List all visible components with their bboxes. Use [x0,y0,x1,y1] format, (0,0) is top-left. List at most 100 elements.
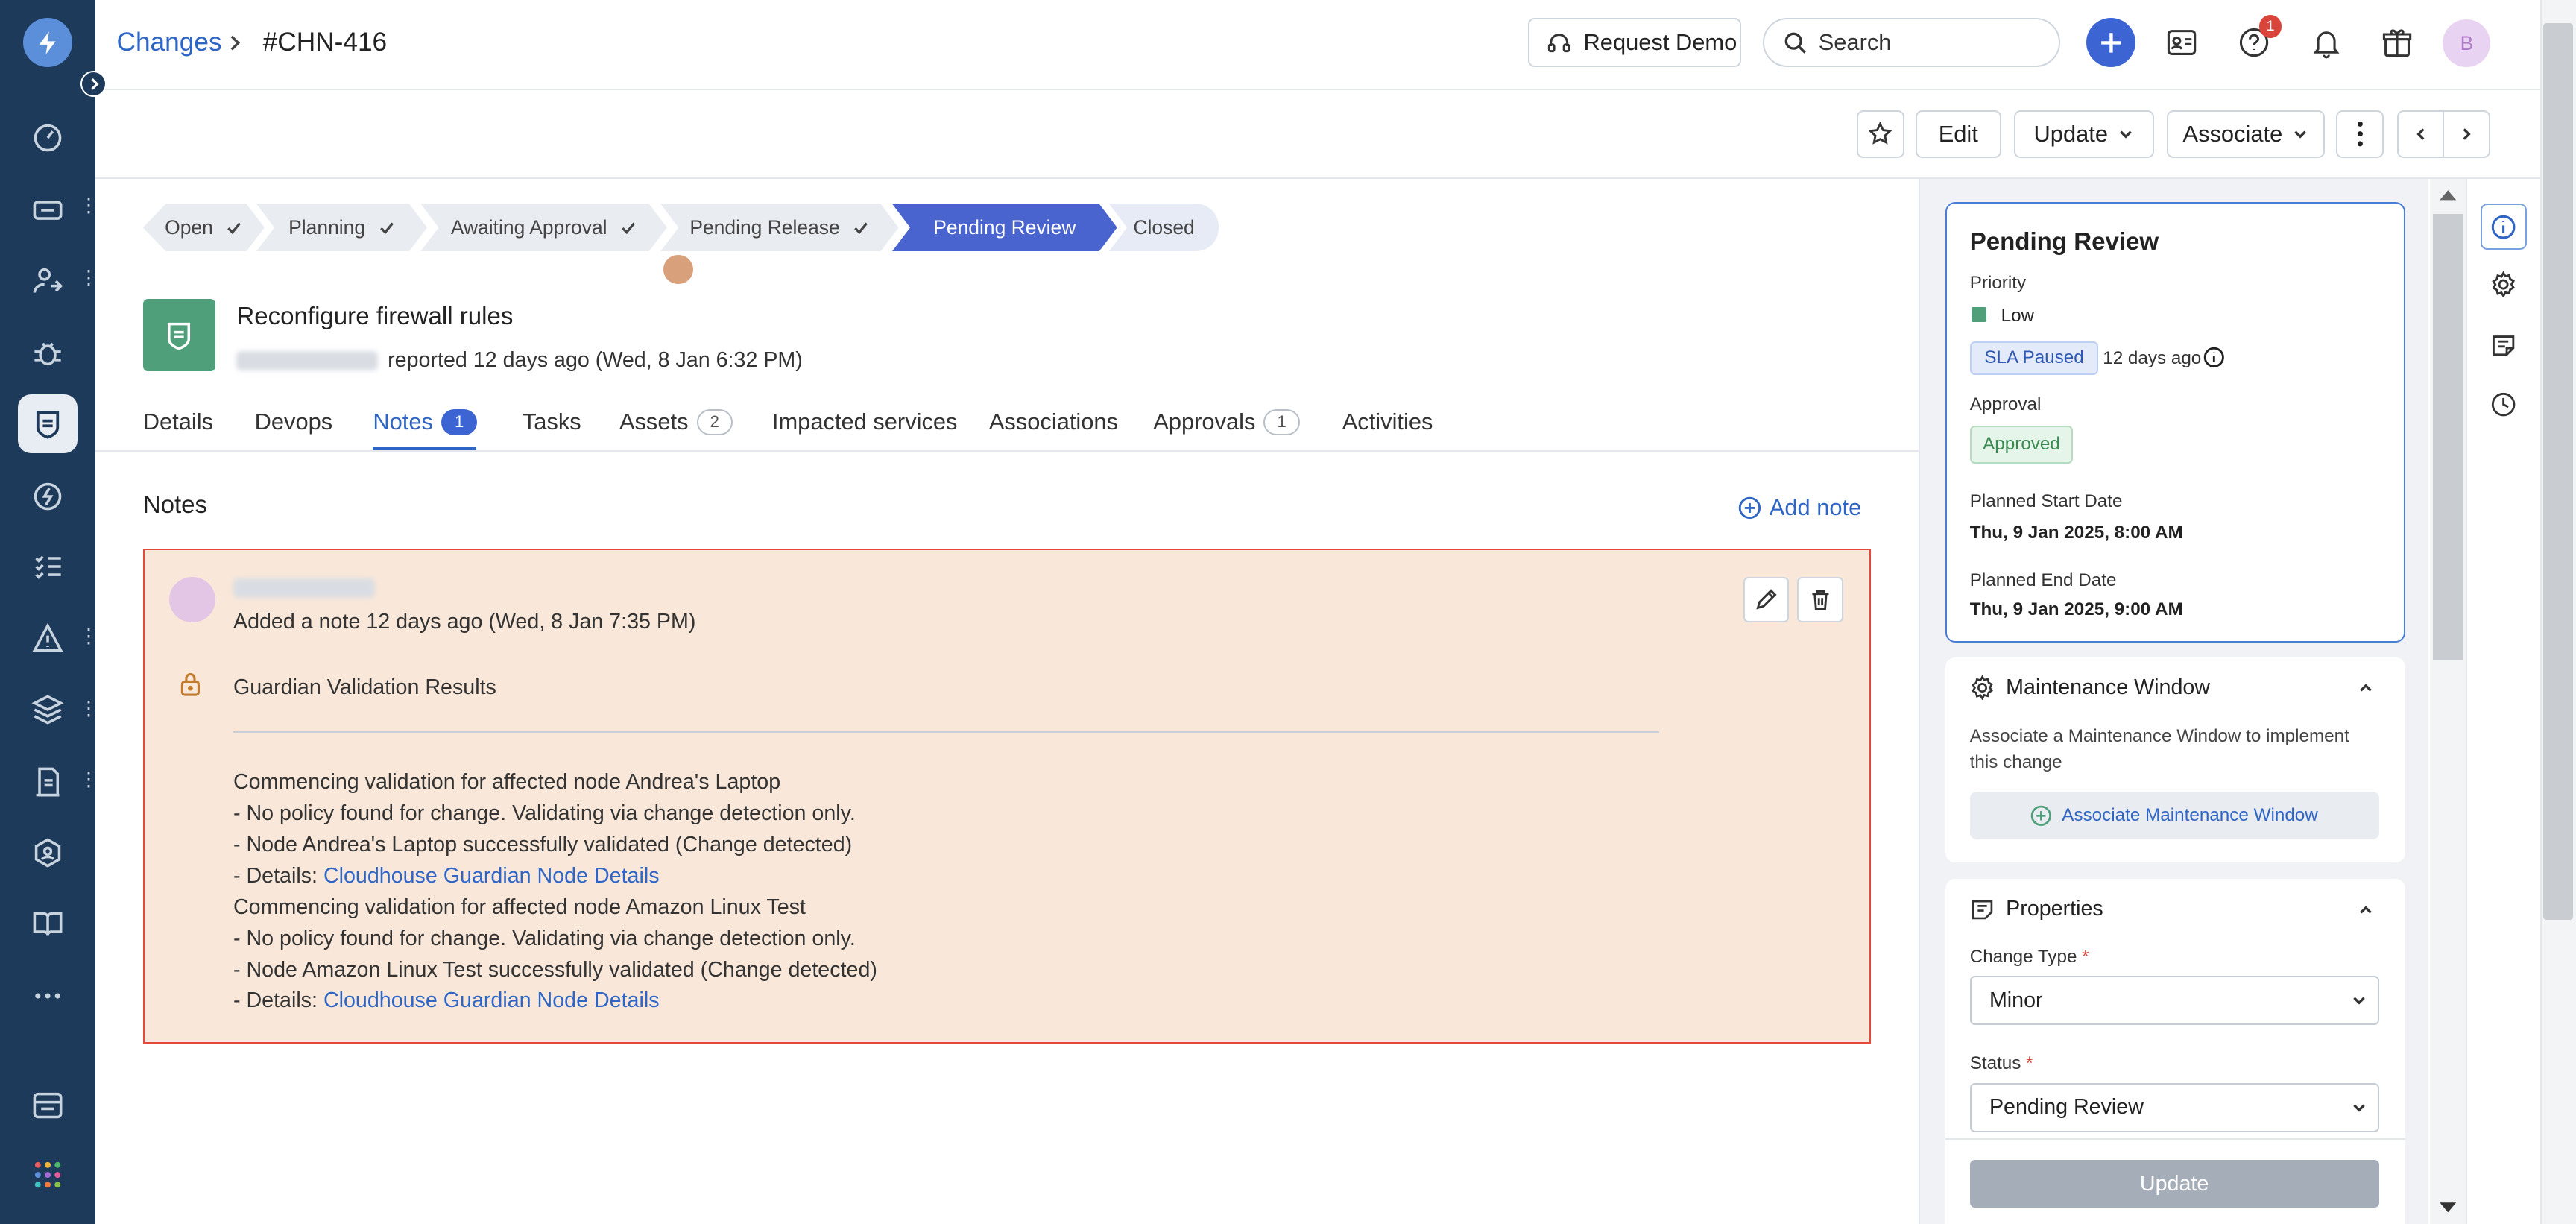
collapse-chevron-up-icon[interactable] [2358,902,2374,918]
tab-devops[interactable]: Devops [255,404,333,440]
nav-apps-grid-icon[interactable] [18,1145,77,1204]
previous-record-button[interactable] [2396,110,2445,158]
gift-icon[interactable] [2375,22,2418,64]
contact-card-icon[interactable] [2160,22,2203,64]
tab-label: Devops [254,408,333,435]
update-dropdown-button[interactable]: Update [2014,110,2154,158]
status-select[interactable]: Pending Review [1969,1082,2379,1132]
more-actions-button[interactable] [2336,110,2384,158]
note-body: Commencing validation for affected node … [233,767,877,1017]
maintenance-window-header[interactable]: Maintenance Window [1970,675,2210,700]
status-value: Pending Review [1989,1095,2144,1120]
nav-changes-icon[interactable] [18,394,78,454]
nav-more-dots[interactable]: ⋮ [79,698,98,718]
associate-dropdown-button[interactable]: Associate [2167,110,2325,158]
app-logo-icon[interactable] [22,18,72,68]
help-notification-badge: 1 [2258,14,2282,38]
settings-gear-icon[interactable] [2481,261,2527,307]
search-placeholder: Search [1818,29,1892,56]
tab-activities[interactable]: Activities [1342,404,1433,440]
guardian-details-link[interactable]: Cloudhouse Guardian Node Details [323,864,660,888]
tab-assets[interactable]: Assets 2 [619,404,733,440]
scroll-down-arrow-icon[interactable] [2438,1201,2457,1214]
sla-time: 12 days ago [2103,348,2202,369]
chevron-down-icon [2353,997,2366,1005]
properties-header[interactable]: Properties [1970,897,2103,921]
note-line-text: - Details: [233,863,323,888]
associate-maintenance-label: Associate Maintenance Window [2062,805,2318,826]
planned-end-value: Thu, 9 Jan 2025, 9:00 AM [1969,599,2183,620]
info-icon[interactable] [2481,204,2527,250]
stage-pending-release[interactable]: Pending Release [660,204,899,251]
approval-status-badge: Approved [1969,425,2074,464]
add-note-button[interactable]: Add note [1738,494,1861,521]
search-input[interactable]: Search [1762,18,2060,68]
stage-label: Pending Release [689,215,840,239]
edit-button[interactable]: Edit [1915,110,2001,158]
sla-info-icon[interactable] [2203,347,2225,368]
page-scrollbar-thumb[interactable] [2542,22,2573,921]
notes-heading: Notes [142,491,208,520]
chevron-right-icon [2463,127,2472,140]
next-record-button[interactable] [2443,110,2491,158]
nav-tickets-icon[interactable] [18,180,77,239]
tab-approvals[interactable]: Approvals 1 [1153,404,1300,440]
history-clock-icon[interactable] [2481,381,2527,427]
stage-awaiting-approval[interactable]: Awaiting Approval [420,204,667,251]
nav-knowledge-book-icon[interactable] [18,894,77,953]
notes-doc-icon[interactable] [2481,322,2527,368]
nav-tasks-list-icon[interactable] [18,537,77,596]
nav-more-icon[interactable] [18,966,77,1025]
note-meta: Added a note 12 days ago (Wed, 8 Jan 7:3… [233,609,696,634]
sla-status-badge: SLA Paused [1969,341,2099,375]
scroll-up-arrow-icon[interactable] [2438,189,2457,202]
nav-more-dots[interactable]: ⋮ [79,626,98,646]
stage-pending-review[interactable]: Pending Review [892,204,1117,251]
approval-label: Approval [1969,394,2042,414]
associate-maintenance-window-button[interactable]: Associate Maintenance Window [1969,792,2379,840]
planned-start-value: Thu, 9 Jan 2025, 8:00 AM [1969,522,2183,543]
nav-layers-icon[interactable] [18,680,77,739]
nav-catalog-icon[interactable] [18,1076,77,1135]
tab-tasks[interactable]: Tasks [523,404,581,440]
nav-releases-icon[interactable] [18,467,77,526]
nav-more-dots[interactable]: ⋮ [79,195,98,215]
bell-icon[interactable] [2305,22,2347,64]
delete-note-button[interactable] [1797,576,1843,623]
tab-label: Assets [619,408,689,435]
stage-open[interactable]: Open [143,204,265,251]
breadcrumb-changes-link[interactable]: Changes [116,28,221,57]
nav-reports-icon[interactable] [18,752,77,811]
plus-circle-icon [2031,805,2052,826]
favorite-star-button[interactable] [1856,110,1904,158]
priority-label: Priority [1969,272,2027,293]
priority-color-swatch [1971,307,1986,322]
status-label: Status * [1970,1053,2033,1074]
tab-associations[interactable]: Associations [989,404,1118,440]
guardian-details-link[interactable]: Cloudhouse Guardian Node Details [323,988,660,1012]
properties-doc-icon [1972,900,1992,920]
stage-closed[interactable]: Closed [1108,204,1219,252]
edit-note-button[interactable] [1743,576,1790,623]
note-line: - Details: Cloudhouse Guardian Node Deta… [233,861,877,892]
collapse-chevron-up-icon[interactable] [2358,680,2374,696]
stage-planning[interactable]: Planning [256,204,427,251]
nav-more-dots[interactable]: ⋮ [79,268,98,287]
nav-problems-bug-icon[interactable] [18,324,77,382]
tab-notes[interactable]: Notes 1 [373,404,478,440]
note-line: - Details: Cloudhouse Guardian Node Deta… [233,985,877,1017]
nav-alerts-icon[interactable] [18,610,77,669]
change-type-select[interactable]: Minor [1969,976,2379,1026]
nav-collapse-chevron-icon[interactable] [80,70,107,98]
nav-dashboard-icon[interactable] [18,108,77,167]
nav-users-icon[interactable] [18,251,77,310]
tab-impacted-services[interactable]: Impacted services [772,404,958,440]
sidebar-scrollbar-thumb[interactable] [2433,213,2463,661]
tab-details[interactable]: Details [143,404,213,440]
nav-more-dots[interactable]: ⋮ [79,769,98,789]
chevron-down-icon [2353,1104,2366,1112]
nav-org-icon[interactable] [18,823,77,882]
update-properties-button[interactable]: Update [1969,1160,2379,1208]
request-demo-button[interactable]: Request Demo [1527,18,1742,68]
headset-icon [1546,30,1572,56]
